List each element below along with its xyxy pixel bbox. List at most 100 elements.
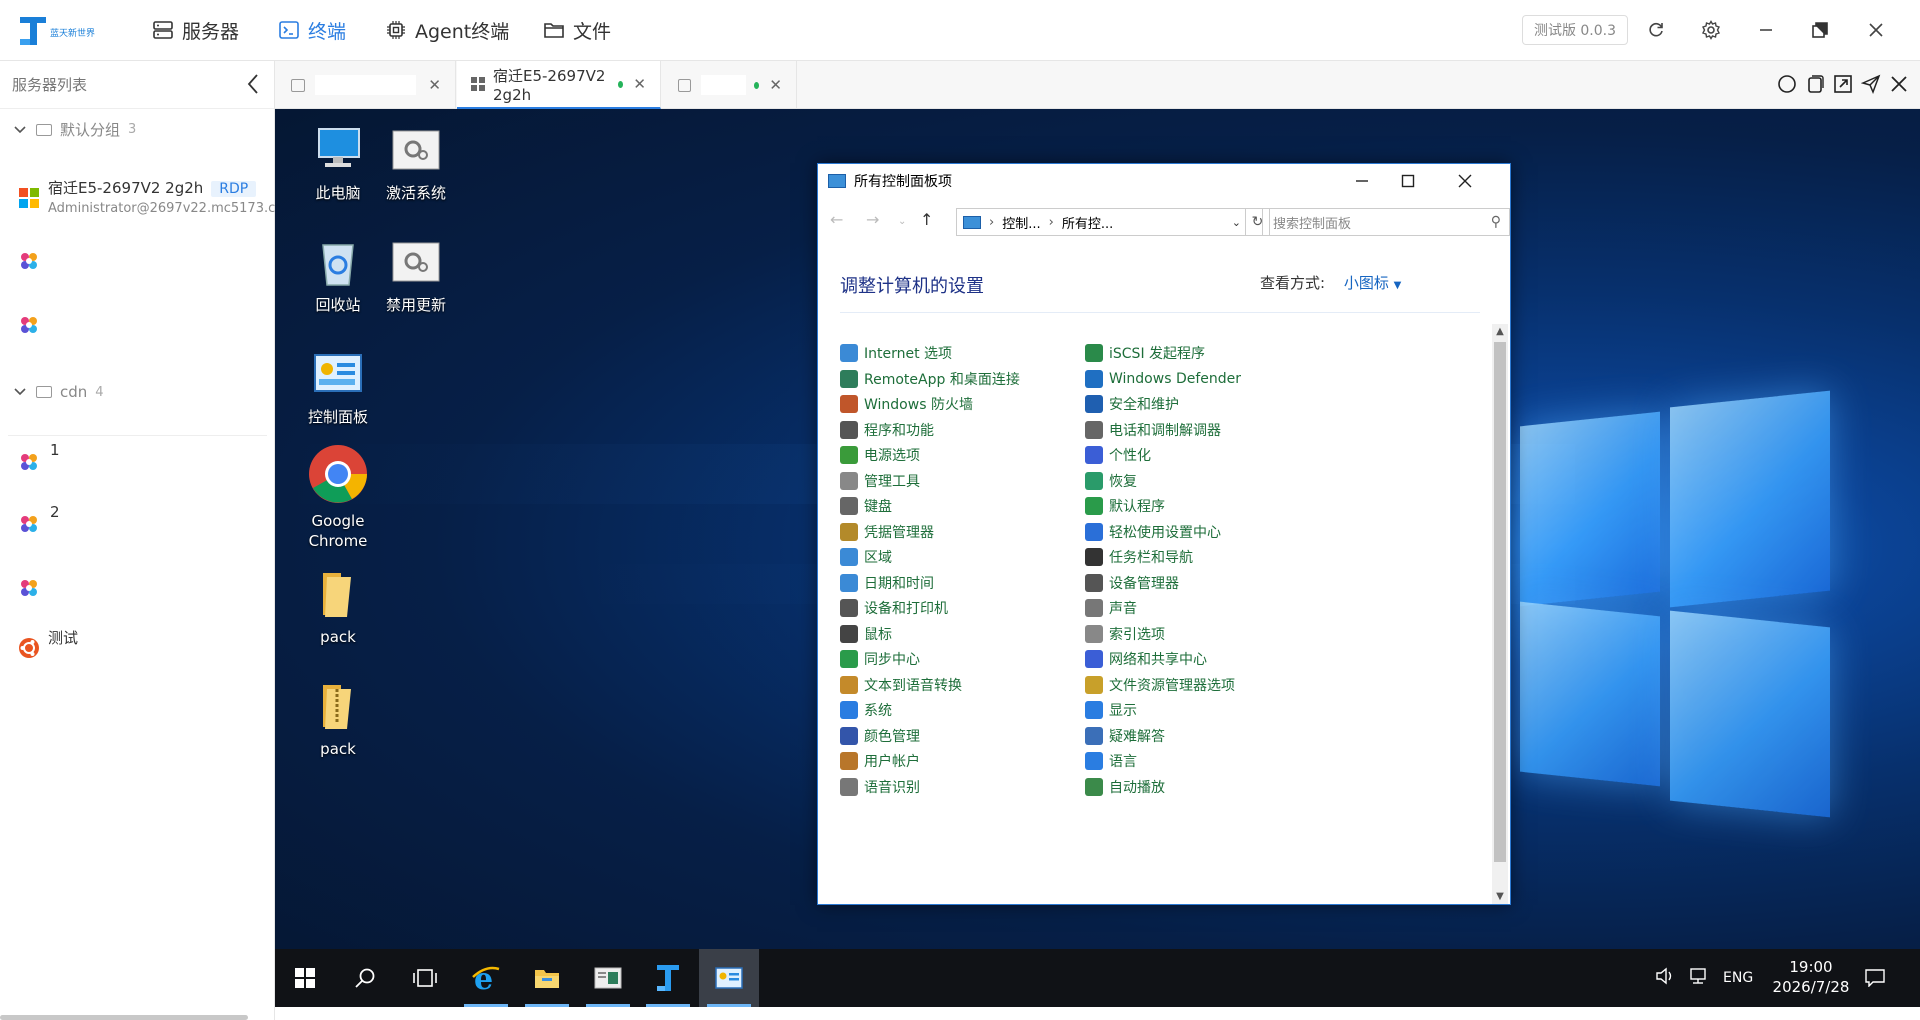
desktop-icon-chrome[interactable]: Google Chrome [288, 443, 388, 551]
taskbar-clock[interactable]: 19:00 2026/7/28 [1766, 957, 1856, 997]
view-mode-dropdown[interactable]: 小图标 ▼ [1344, 274, 1402, 292]
vertical-scrollbar[interactable]: ▲ ▼ [1492, 324, 1508, 904]
nav-files[interactable]: 文件 [543, 17, 611, 43]
start-button[interactable] [275, 949, 335, 1007]
desktop-icon-pack-folder[interactable]: pack [288, 567, 388, 647]
send-button[interactable] [1860, 73, 1882, 95]
up-arrow-icon[interactable]: ↑ [920, 210, 933, 229]
tab-close-icon[interactable]: ✕ [428, 76, 441, 94]
server-item-test[interactable]: 测试 [18, 627, 273, 667]
forward-arrow-icon[interactable]: → [866, 210, 879, 229]
desktop-icon-disable-update[interactable]: 禁用更新 [366, 235, 466, 315]
server-item[interactable] [18, 246, 273, 276]
desktop-icon-pack-zip[interactable]: pack [288, 679, 388, 759]
control-panel-item[interactable]: 系统 [840, 699, 892, 721]
control-panel-item[interactable]: 声音 [1085, 597, 1137, 619]
control-panel-item[interactable]: 恢复 [1085, 470, 1137, 492]
server-item-2[interactable]: 2 [18, 503, 273, 543]
minimize-button[interactable] [1752, 16, 1780, 44]
nav-agent-terminal[interactable]: Agent终端 [385, 17, 509, 43]
action-center-button[interactable] [1853, 949, 1897, 1007]
expand-button[interactable] [1832, 73, 1854, 95]
control-panel-item[interactable]: 显示 [1085, 699, 1137, 721]
nav-terminal[interactable]: 终端 [278, 17, 346, 43]
scrollbar-thumb[interactable] [1494, 342, 1506, 862]
control-panel-item[interactable]: 同步中心 [840, 648, 920, 670]
group-default[interactable]: 默认分组 3 [14, 119, 136, 140]
control-panel-item[interactable]: 鼠标 [840, 623, 892, 645]
input-language[interactable]: ENG [1723, 970, 1753, 986]
control-panel-item[interactable]: 默认程序 [1085, 495, 1165, 517]
control-panel-item[interactable]: 安全和维护 [1085, 393, 1179, 415]
window-maximize-button[interactable] [1385, 164, 1431, 198]
control-panel-item[interactable]: 轻松使用设置中心 [1085, 521, 1221, 543]
control-panel-item[interactable]: 语言 [1085, 750, 1137, 772]
refresh-button[interactable] [1642, 16, 1670, 44]
control-panel-item[interactable]: 个性化 [1085, 444, 1151, 466]
control-panel-item[interactable]: 文本到语音转换 [840, 674, 962, 696]
taskbar-search-button[interactable] [335, 949, 395, 1007]
control-panel-item[interactable]: RemoteApp 和桌面连接 [840, 368, 1020, 390]
server-item[interactable] [18, 573, 273, 603]
settings-button[interactable] [1697, 16, 1725, 44]
breadcrumb-item[interactable]: 所有控... [1062, 213, 1113, 232]
server-item-1[interactable]: 1 [18, 441, 273, 481]
nav-servers[interactable]: 服务器 [152, 17, 239, 43]
session-tab[interactable]: ✕ [662, 61, 797, 109]
task-view-button[interactable] [395, 949, 455, 1007]
control-panel-item[interactable]: 键盘 [840, 495, 892, 517]
control-panel-item[interactable]: 网络和共享中心 [1085, 648, 1207, 670]
address-bar[interactable]: › 控制... › 所有控... ⌄ [956, 208, 1246, 236]
address-dropdown-icon[interactable]: ⌄ [1232, 216, 1241, 229]
taskbar-app-window[interactable] [578, 949, 638, 1007]
control-panel-item[interactable]: 程序和功能 [840, 419, 934, 441]
session-tab-active[interactable]: 宿迁E5-2697V2 2g2h ✕ [457, 61, 661, 109]
group-cdn[interactable]: cdn 4 [14, 383, 104, 401]
network-icon[interactable] [1689, 967, 1709, 989]
taskbar-app-logo[interactable] [638, 949, 698, 1007]
sidebar-scrollbar[interactable] [0, 1015, 248, 1020]
control-panel-item[interactable]: 疑难解答 [1085, 725, 1165, 747]
back-arrow-icon[interactable]: ← [830, 210, 843, 229]
control-panel-item[interactable]: 自动播放 [1085, 776, 1165, 798]
close-button[interactable] [1862, 16, 1890, 44]
control-panel-item[interactable]: 日期和时间 [840, 572, 934, 594]
control-panel-item[interactable]: 任务栏和导航 [1085, 546, 1193, 568]
desktop-icon-activate[interactable]: 激活系统 [366, 123, 466, 203]
control-panel-item[interactable]: 用户帐户 [840, 750, 920, 772]
server-item[interactable] [18, 310, 273, 340]
control-panel-item[interactable]: iSCSI 发起程序 [1085, 342, 1205, 364]
copy-button[interactable] [1804, 73, 1826, 95]
tab-close-icon[interactable]: ✕ [769, 76, 782, 94]
remote-desktop-view[interactable]: 此电脑 激活系统 回收站 禁用更新 控制面板 Google Chrome pac… [275, 109, 1920, 1020]
control-panel-window[interactable]: 所有控制面板项 ← → ⌄ ↑ › 控制... › 所有控... ⌄ ↻ 搜索控… [817, 163, 1511, 905]
control-panel-item[interactable]: 颜色管理 [840, 725, 920, 747]
control-panel-item[interactable]: 电话和调制解调器 [1085, 419, 1221, 441]
control-panel-item[interactable]: 电源选项 [840, 444, 920, 466]
collapse-sidebar-button[interactable] [246, 73, 260, 97]
control-panel-item[interactable]: 文件资源管理器选项 [1085, 674, 1235, 696]
taskbar-ie[interactable]: e [456, 949, 516, 1007]
breadcrumb-item[interactable]: 控制... [1002, 213, 1040, 232]
control-panel-item[interactable]: 管理工具 [840, 470, 920, 492]
control-panel-item[interactable]: Internet 选项 [840, 342, 952, 364]
control-panel-item[interactable]: 索引选项 [1085, 623, 1165, 645]
volume-icon[interactable] [1655, 967, 1675, 989]
recent-dropdown-icon[interactable]: ⌄ [898, 216, 906, 227]
window-close-button[interactable] [1442, 164, 1488, 198]
close-all-button[interactable] [1888, 73, 1910, 95]
control-panel-item[interactable]: 凭据管理器 [840, 521, 934, 543]
taskbar-explorer[interactable] [517, 949, 577, 1007]
control-panel-item[interactable]: Windows Defender [1085, 368, 1241, 390]
control-panel-item[interactable]: 语音识别 [840, 776, 920, 798]
tab-close-icon[interactable]: ✕ [633, 75, 646, 93]
control-panel-item[interactable]: 设备管理器 [1085, 572, 1179, 594]
control-panel-item[interactable]: 区域 [840, 546, 892, 568]
restore-button[interactable] [1806, 16, 1834, 44]
window-minimize-button[interactable] [1339, 164, 1385, 198]
circle-tool-button[interactable] [1776, 73, 1798, 95]
control-panel-search-input[interactable]: 搜索控制面板 ⚲ [1262, 208, 1510, 236]
taskbar-control-panel[interactable] [699, 949, 759, 1007]
session-tab[interactable]: ✕ [275, 61, 456, 109]
control-panel-item[interactable]: 设备和打印机 [840, 597, 948, 619]
